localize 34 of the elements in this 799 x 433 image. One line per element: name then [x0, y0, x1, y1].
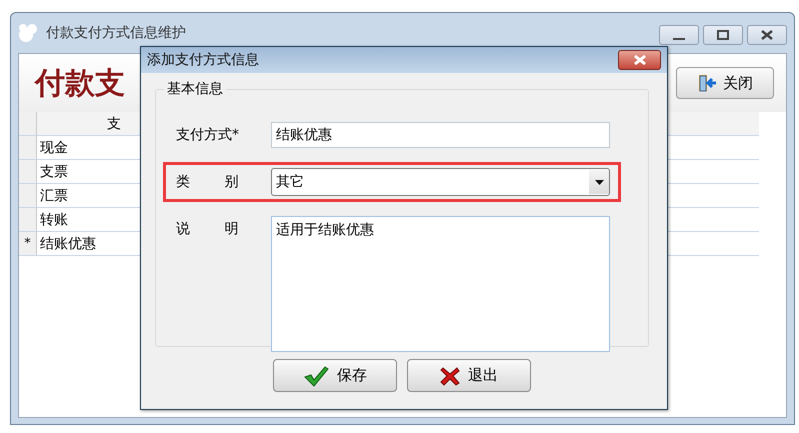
group-title: 基本信息: [164, 80, 226, 98]
checkmark-icon: [303, 364, 329, 386]
minimize-icon: [673, 38, 685, 40]
close-button[interactable]: [618, 50, 661, 70]
close-button[interactable]: [747, 25, 787, 45]
field-label: 类 别: [176, 173, 240, 191]
exit-door-icon: [697, 73, 717, 93]
table-cell-text: 汇票: [39, 186, 69, 206]
dialog-title: 添加支付方式信息: [147, 51, 259, 69]
minimize-button[interactable]: [659, 25, 699, 45]
row-marker: [19, 208, 37, 231]
field-label: 支付方式*: [176, 126, 240, 144]
row-marker: [19, 160, 37, 183]
text-field[interactable]: 结账优惠: [271, 122, 610, 148]
cloud-icon: [18, 23, 40, 43]
maximize-button[interactable]: [703, 25, 743, 45]
close-icon: [760, 30, 774, 40]
table-cell-text: 支票: [39, 162, 69, 182]
close-button[interactable]: 关闭: [676, 67, 774, 99]
dropdown-field[interactable]: 其它: [271, 168, 610, 196]
window-title: 付款支付方式信息维护: [46, 24, 186, 42]
table-cell-text: 转账: [39, 210, 69, 230]
table-cell-text: 结账优惠: [39, 234, 97, 254]
exit-button[interactable]: 退出: [407, 359, 531, 392]
page-heading: 付款支: [35, 64, 125, 102]
save-button[interactable]: 保存: [273, 359, 397, 392]
cross-icon: [440, 366, 460, 386]
maximize-icon: [716, 30, 730, 40]
close-icon: [632, 55, 646, 65]
row-marker: [19, 184, 37, 207]
description-field[interactable]: 适用于结账优惠: [271, 216, 610, 352]
table-cell-text: 现金: [39, 138, 69, 158]
row-marker: *: [19, 232, 37, 255]
field-label: 说 明: [176, 220, 240, 238]
